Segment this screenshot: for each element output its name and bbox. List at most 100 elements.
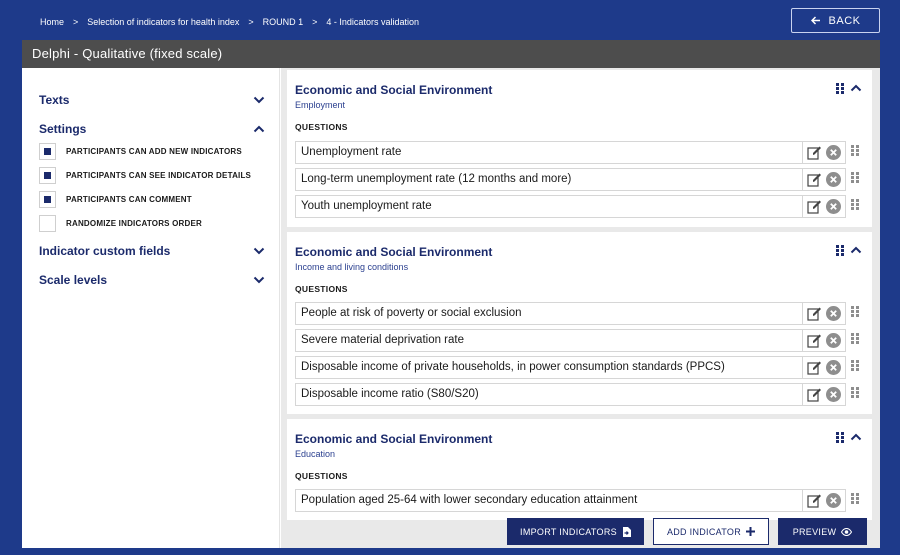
edit-icon[interactable] [807,334,822,348]
question-row: Disposable income of private households,… [295,356,865,379]
question-text[interactable]: Disposable income ratio (S80/S20) [295,383,803,406]
breadcrumb-current: 4 - Indicators validation [326,17,419,27]
footer-actions: IMPORT INDICATORS ADD INDICATOR PREVIEW [281,518,880,548]
question-row: Youth unemployment rate [295,195,865,218]
edit-icon[interactable] [807,173,822,187]
question-actions [803,195,846,218]
question-text[interactable]: Unemployment rate [295,141,803,164]
checkbox-checked-mark [44,148,51,155]
card-title: Economic and Social Environment [295,83,493,97]
main-panel: Delphi - Qualitative (fixed scale) Texts… [22,40,880,548]
add-indicator-button[interactable]: ADD INDICATOR [653,518,769,545]
edit-icon[interactable] [807,146,822,160]
drag-handle-icon[interactable] [851,493,859,504]
breadcrumb-separator: > [73,17,79,27]
question-text[interactable]: People at risk of poverty or social excl… [295,302,803,325]
page-title: Delphi - Qualitative (fixed scale) [22,40,880,68]
drag-handle-icon[interactable] [836,244,844,256]
question-text[interactable]: Youth unemployment rate [295,195,803,218]
card-subtitle: Education [295,449,336,459]
remove-icon[interactable] [826,199,841,214]
option-label: RANDOMIZE INDICATORS ORDER [66,219,203,228]
card-title: Economic and Social Environment [295,245,493,259]
question-row: Unemployment rate [295,141,865,164]
question-row: People at risk of poverty or social excl… [295,302,865,325]
card-tools [836,82,862,94]
section-custom-fields[interactable]: Indicator custom fields [39,242,265,260]
option-label: PARTICIPANTS CAN ADD NEW INDICATORS [66,147,242,156]
question-row: Disposable income ratio (S80/S20) [295,383,865,406]
option-comment: PARTICIPANTS CAN COMMENT [39,191,192,208]
collapse-chevron-icon[interactable] [850,82,862,94]
section-scale-levels[interactable]: Scale levels [39,271,265,289]
section-scale-levels-label: Scale levels [39,273,108,287]
indicator-card: Economic and Social Environment Income a… [287,232,872,414]
section-texts[interactable]: Texts [39,91,265,109]
remove-icon[interactable] [826,360,841,375]
remove-icon[interactable] [826,333,841,348]
add-label: ADD INDICATOR [666,526,742,537]
card-tools [836,244,862,256]
breadcrumb-round[interactable]: ROUND 1 [263,17,304,27]
question-text[interactable]: Long-term unemployment rate (12 months a… [295,168,803,191]
remove-icon[interactable] [826,493,841,508]
remove-icon[interactable] [826,172,841,187]
option-label: PARTICIPANTS CAN COMMENT [66,195,192,204]
breadcrumb: Home > Selection of indicators for healt… [40,17,419,27]
question-text[interactable]: Population aged 25-64 with lower seconda… [295,489,803,512]
section-texts-label: Texts [39,93,70,107]
import-indicators-button[interactable]: IMPORT INDICATORS [507,518,644,545]
drag-handle-icon[interactable] [836,82,844,94]
question-actions [803,329,846,352]
back-button[interactable]: BACK [791,8,880,33]
questions-label: QUESTIONS [295,122,348,132]
breadcrumb-selection[interactable]: Selection of indicators for health index [87,17,239,27]
question-actions [803,168,846,191]
edit-icon[interactable] [807,200,822,214]
chevron-down-icon [253,247,265,255]
drag-handle-icon[interactable] [851,172,859,183]
section-custom-fields-label: Indicator custom fields [39,244,171,258]
collapse-chevron-icon[interactable] [850,431,862,443]
drag-handle-icon[interactable] [851,199,859,210]
drag-handle-icon[interactable] [851,145,859,156]
drag-handle-icon[interactable] [851,306,859,317]
question-text[interactable]: Disposable income of private households,… [295,356,803,379]
eye-icon [841,527,853,536]
remove-icon[interactable] [826,387,841,402]
arrow-left-icon [810,16,820,25]
question-actions [803,302,846,325]
remove-icon[interactable] [826,145,841,160]
drag-handle-icon[interactable] [836,431,844,443]
checkbox-checked-mark [44,196,51,203]
edit-icon[interactable] [807,388,822,402]
breadcrumb-home[interactable]: Home [40,17,64,27]
drag-handle-icon[interactable] [851,360,859,371]
question-actions [803,356,846,379]
question-row: Long-term unemployment rate (12 months a… [295,168,865,191]
edit-icon[interactable] [807,494,822,508]
checkbox-comment[interactable] [39,191,56,208]
checkbox-randomize[interactable] [39,215,56,232]
section-settings[interactable]: Settings [39,120,265,138]
remove-icon[interactable] [826,306,841,321]
preview-button[interactable]: PREVIEW [778,518,867,545]
indicator-card: Economic and Social Environment Employme… [287,70,872,227]
checkbox-add-indicators[interactable] [39,143,56,160]
question-row: Severe material deprivation rate [295,329,865,352]
import-label: IMPORT INDICATORS [520,526,617,537]
questions-label: QUESTIONS [295,284,348,294]
question-actions [803,383,846,406]
checkbox-see-details[interactable] [39,167,56,184]
card-subtitle: Income and living conditions [295,262,409,272]
card-subtitle: Employment [295,100,346,110]
option-randomize: RANDOMIZE INDICATORS ORDER [39,215,202,232]
question-text[interactable]: Severe material deprivation rate [295,329,803,352]
drag-handle-icon[interactable] [851,333,859,344]
collapse-chevron-icon[interactable] [850,244,862,256]
import-file-icon [622,526,631,537]
edit-icon[interactable] [807,361,822,375]
edit-icon[interactable] [807,307,822,321]
drag-handle-icon[interactable] [851,387,859,398]
sidebar: Texts Settings PARTICIPANTS CAN ADD NEW … [22,68,280,548]
